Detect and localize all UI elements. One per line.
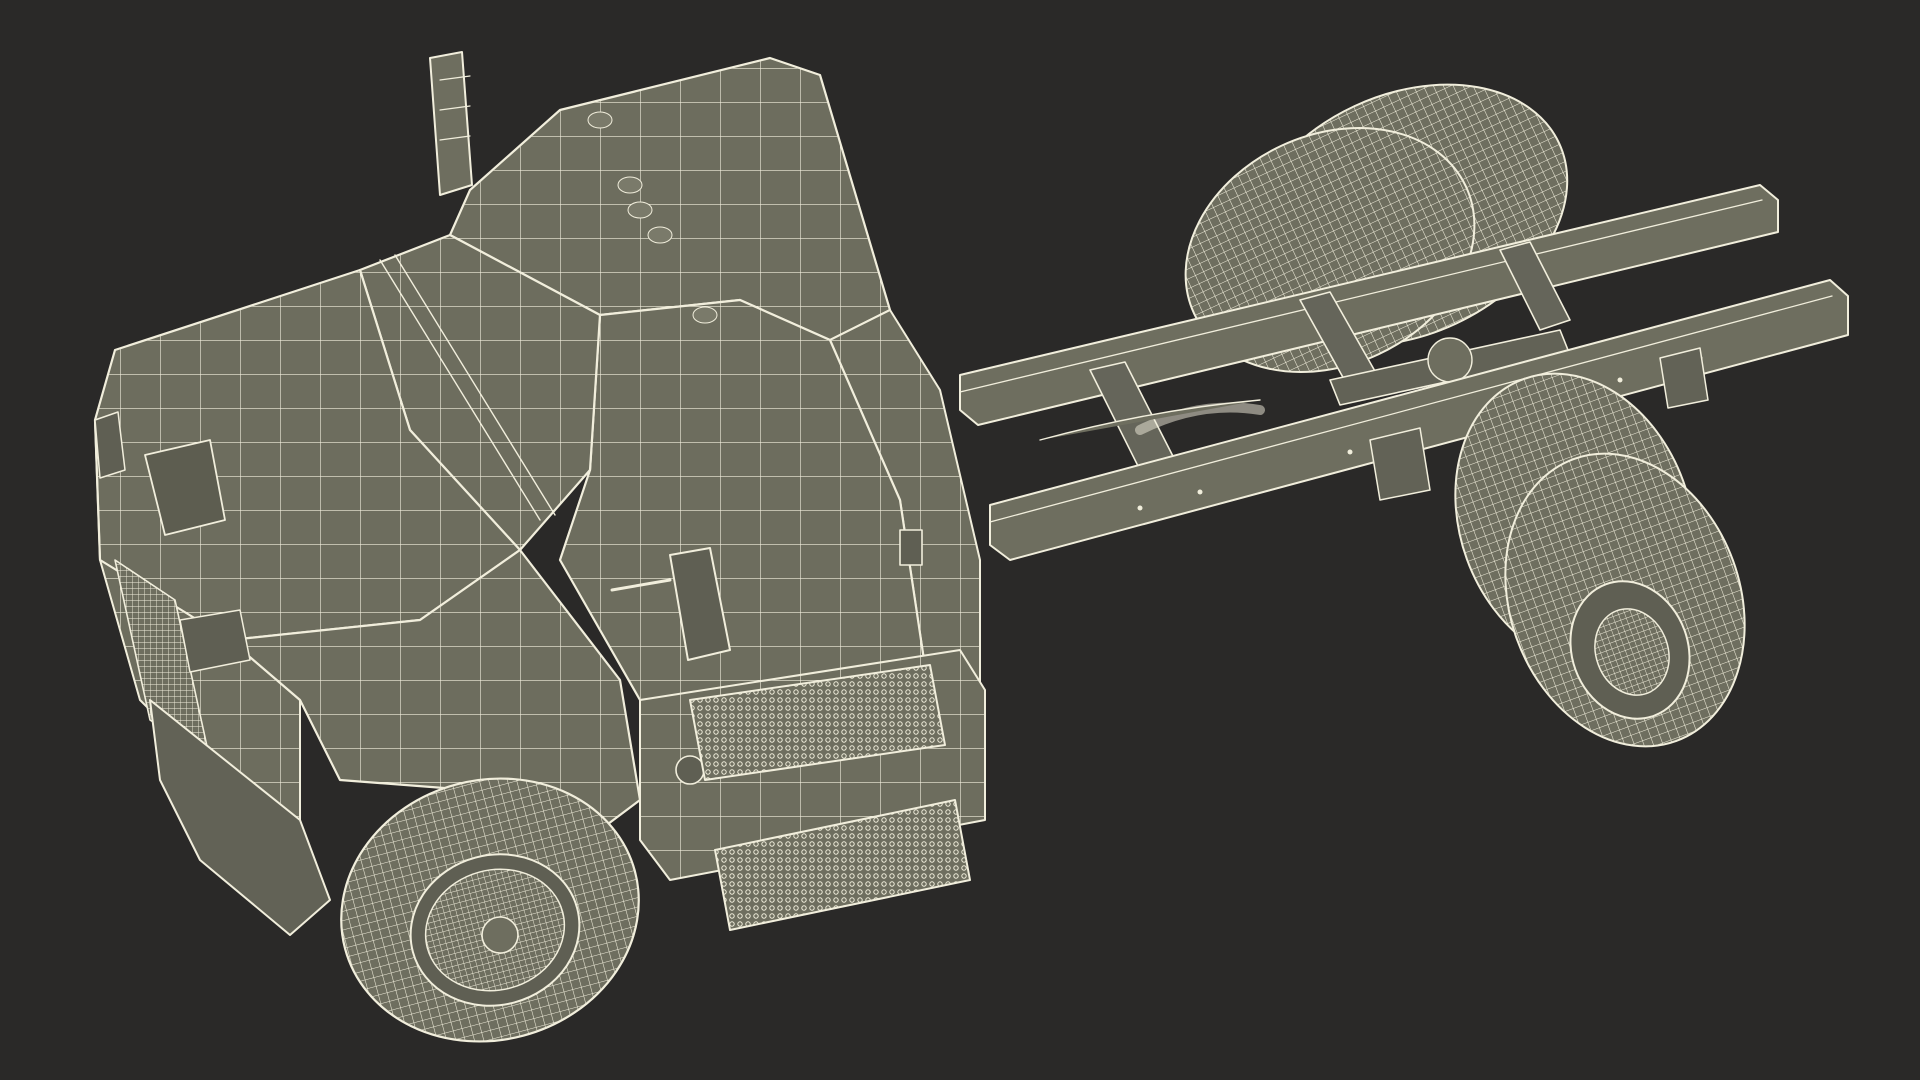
exhaust-stack: [429, 51, 473, 196]
render-viewport: [0, 0, 1920, 1080]
wireframe-render: [93, 51, 1849, 1043]
door-handle: [899, 529, 923, 566]
